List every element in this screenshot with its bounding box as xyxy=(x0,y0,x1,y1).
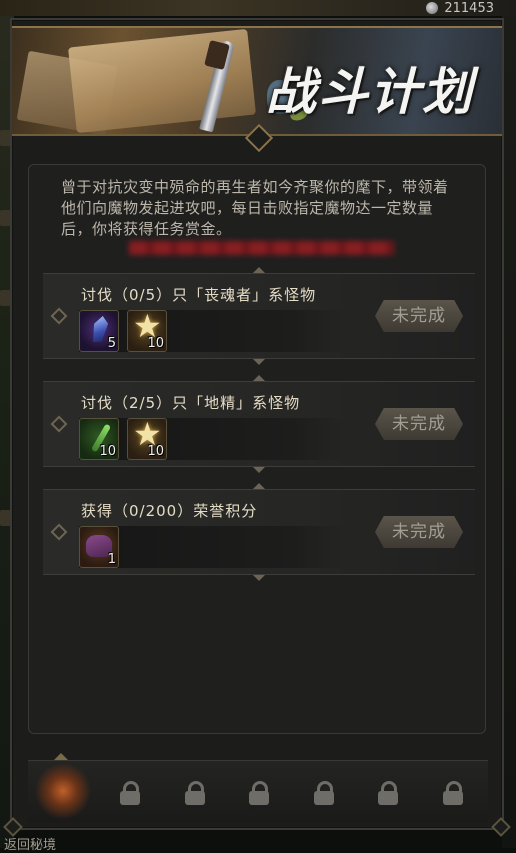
task-title: 获得（0/200）荣誉积分 xyxy=(81,502,258,520)
item-quantity: 5 xyxy=(107,336,116,351)
reward-list: 10 10 xyxy=(79,418,347,460)
task-row: 讨伐（2/5）只「地精」系怪物 10 10 未完成 xyxy=(43,375,475,473)
lock-icon xyxy=(314,781,334,805)
task-status-button[interactable]: 未完成 xyxy=(375,516,463,548)
tab-locked[interactable] xyxy=(112,775,148,811)
intro-text: 曾于对抗灾变中殒命的再生者如今齐聚你的麾下，带领着他们向魔物发起进攻吧，每日击败… xyxy=(61,178,449,238)
item-quantity: 1 xyxy=(107,552,116,567)
reward-list: 5 10 xyxy=(79,310,347,352)
bag-icon[interactable]: 1 xyxy=(79,526,119,568)
item-quantity: 10 xyxy=(147,336,164,351)
lock-icon xyxy=(120,781,140,805)
row-separator-tick xyxy=(253,575,265,581)
flame-icon[interactable] xyxy=(34,763,92,819)
coin-icon xyxy=(426,2,439,14)
row-separator-tick xyxy=(253,267,265,273)
task-title: 讨伐（2/5）只「地精」系怪物 xyxy=(81,394,301,412)
row-separator-tick xyxy=(253,483,265,489)
diamond-bullet-icon xyxy=(50,415,68,433)
tab-locked[interactable] xyxy=(177,775,213,811)
banner-title: 战斗计划 xyxy=(266,62,474,121)
active-tab-marker xyxy=(54,753,68,760)
task-content-frame: 曾于对抗灾变中殒命的再生者如今齐聚你的麾下，带领着他们向魔物发起进攻吧，每日击败… xyxy=(28,164,486,734)
bottom-tab-bar xyxy=(28,753,488,823)
task-status-button[interactable]: 未完成 xyxy=(375,408,463,440)
tab-locked[interactable] xyxy=(435,775,471,811)
tab-locked[interactable] xyxy=(370,775,406,811)
currency-display: 211453 xyxy=(426,0,494,16)
tab-locked[interactable] xyxy=(241,775,277,811)
diamond-bullet-icon xyxy=(50,307,68,325)
row-separator-tick xyxy=(253,467,265,473)
lock-icon xyxy=(443,781,463,805)
tab-locked[interactable] xyxy=(306,775,342,811)
battle-plan-panel: 战斗计划 曾于对抗灾变中殒命的再生者如今齐聚你的麾下，带领着他们向魔物发起进攻吧… xyxy=(3,18,511,837)
row-separator-tick xyxy=(253,375,265,381)
crystal-icon[interactable]: 5 xyxy=(79,310,119,352)
banner: 战斗计划 xyxy=(12,26,502,136)
diamond-bullet-icon xyxy=(50,523,68,541)
wand-icon[interactable]: 10 xyxy=(79,418,119,460)
star-icon[interactable]: 10 xyxy=(127,310,167,352)
redacted-line xyxy=(129,241,394,255)
lock-icon xyxy=(378,781,398,805)
currency-value: 211453 xyxy=(444,0,494,16)
task-status-button[interactable]: 未完成 xyxy=(375,300,463,332)
item-quantity: 10 xyxy=(147,444,164,459)
lock-icon xyxy=(185,781,205,805)
right-background-edge xyxy=(502,0,516,848)
return-link[interactable]: 返回秘境 xyxy=(4,834,56,853)
star-icon[interactable]: 10 xyxy=(127,418,167,460)
row-separator-tick xyxy=(253,359,265,365)
lock-icon xyxy=(249,781,269,805)
task-title: 讨伐（0/5）只「丧魂者」系怪物 xyxy=(81,286,317,304)
reward-list: 1 xyxy=(79,526,347,568)
task-row: 获得（0/200）荣誉积分 1 未完成 xyxy=(43,483,475,581)
item-quantity: 10 xyxy=(99,444,116,459)
task-row: 讨伐（0/5）只「丧魂者」系怪物 5 10 未完成 xyxy=(43,267,475,365)
